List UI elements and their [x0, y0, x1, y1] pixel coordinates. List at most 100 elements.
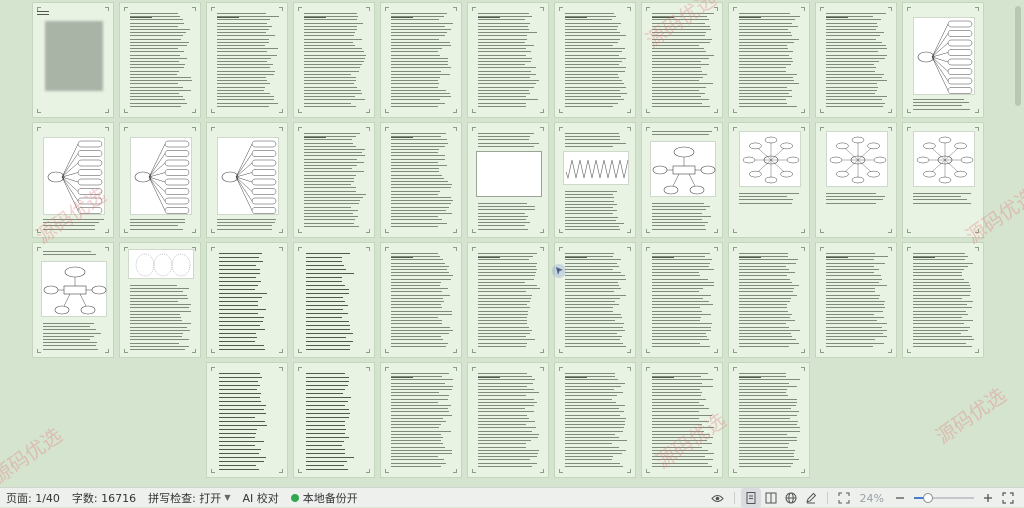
text-line: [739, 307, 788, 309]
text-line: [652, 323, 712, 325]
page-thumbnail[interactable]: [815, 122, 897, 238]
page-thumbnail[interactable]: [206, 242, 288, 358]
page-thumbnail[interactable]: [32, 122, 114, 238]
page-thumbnail[interactable]: [206, 2, 288, 118]
page-thumbnail[interactable]: [293, 122, 375, 238]
page-thumbnail[interactable]: [902, 242, 984, 358]
text-line: [826, 196, 885, 198]
page-corner-mark: [105, 229, 109, 233]
plus-icon[interactable]: [978, 488, 998, 508]
page-thumbnail[interactable]: [380, 2, 462, 118]
text-line: [652, 437, 713, 438]
text-line: [391, 269, 447, 270]
page-thumbnail[interactable]: [32, 242, 114, 358]
text-line: [739, 342, 800, 344]
zoom-level[interactable]: 24%: [860, 492, 884, 505]
text-line: [739, 456, 794, 458]
page-corner-mark: [733, 7, 737, 11]
page-thumbnail[interactable]: [467, 2, 549, 118]
text-line: [565, 265, 620, 267]
zoom-slider[interactable]: [914, 488, 974, 508]
page-thumbnail[interactable]: [728, 122, 810, 238]
page-thumbnail[interactable]: [641, 122, 723, 238]
pen-icon[interactable]: [801, 488, 821, 508]
page-icon[interactable]: [740, 488, 761, 508]
text-line: [37, 11, 50, 12]
page-thumbnail[interactable]: [206, 362, 288, 478]
page-thumbnail[interactable]: [293, 362, 375, 478]
text-line: [652, 304, 713, 306]
page-thumbnail[interactable]: [815, 2, 897, 118]
page-thumbnail[interactable]: [293, 242, 375, 358]
page-thumbnail[interactable]: [380, 122, 462, 238]
text-line: [304, 35, 355, 37]
text-line: [391, 421, 446, 422]
text-line: [565, 229, 620, 231]
page-thumbnail[interactable]: [554, 362, 636, 478]
page-thumbnail[interactable]: [641, 242, 723, 358]
text-line: [478, 398, 535, 400]
text-line: [391, 83, 439, 85]
ai-proofread-button[interactable]: AI 校对: [236, 488, 284, 508]
page-thumbnail[interactable]: [32, 2, 114, 118]
text-line: [391, 307, 443, 309]
page-thumbnail[interactable]: [641, 362, 723, 478]
page-thumbnail[interactable]: [119, 2, 201, 118]
book-icon[interactable]: [761, 488, 781, 508]
text-line: [652, 209, 706, 211]
page-thumbnail[interactable]: [380, 242, 462, 358]
text-line: [391, 449, 452, 451]
text-line: [478, 382, 533, 384]
page-corner-mark: [820, 109, 824, 113]
page-thumbnail[interactable]: [554, 122, 636, 238]
page-thumbnail[interactable]: [293, 2, 375, 118]
page-thumbnail[interactable]: [728, 362, 810, 478]
page-thumbnail[interactable]: [380, 362, 462, 478]
word-count[interactable]: 字数: 16716: [66, 488, 142, 508]
page-corner-mark: [472, 469, 476, 473]
document-workspace[interactable]: 源码优选 源码优选 源码优选 源码优选 源码优选 源码优选: [0, 0, 1024, 487]
text-line: [565, 200, 614, 202]
fit-icon[interactable]: [834, 488, 854, 508]
page-thumbnail[interactable]: [641, 2, 723, 118]
text-line: [652, 395, 701, 397]
globe-icon[interactable]: [781, 488, 801, 508]
text-line: [219, 325, 260, 326]
page-indicator[interactable]: 页面: 1/40: [0, 488, 66, 508]
page-thumbnail[interactable]: [467, 362, 549, 478]
page-thumbnail[interactable]: [728, 242, 810, 358]
page-corner-mark: [627, 469, 631, 473]
page-thumbnail[interactable]: [554, 2, 636, 118]
text-line: [913, 259, 965, 261]
text-line: [652, 294, 711, 296]
minus-icon[interactable]: [890, 488, 910, 508]
page-thumbnail[interactable]: [554, 242, 636, 358]
page-thumbnail[interactable]: [902, 122, 984, 238]
page-thumbnail[interactable]: [467, 122, 549, 238]
zoom-thumb[interactable]: [923, 493, 934, 503]
text-line: [652, 61, 701, 62]
eye-icon[interactable]: [708, 488, 728, 508]
text-line: [130, 301, 178, 302]
page-thumbnail[interactable]: [815, 242, 897, 358]
page-thumbnail[interactable]: [467, 242, 549, 358]
text-line: [219, 345, 264, 346]
text-line: [130, 320, 183, 322]
text-line: [478, 13, 529, 14]
local-backup-status[interactable]: 本地备份开: [285, 488, 364, 508]
page-thumbnail[interactable]: [206, 122, 288, 238]
spell-check-toggle[interactable]: 拼写检查: 打开 ▼: [142, 488, 236, 508]
text-line: [391, 281, 442, 283]
text-line: [130, 219, 186, 220]
text-line: [478, 219, 527, 220]
vertical-scrollbar[interactable]: [1015, 6, 1021, 106]
page-thumbnail[interactable]: [119, 242, 201, 358]
text-line: [43, 339, 90, 340]
page-thumbnail[interactable]: [119, 122, 201, 238]
page-thumbnail[interactable]: [902, 2, 984, 118]
figure-image: [913, 131, 975, 187]
page-thumbnail[interactable]: [728, 2, 810, 118]
text-line: [130, 345, 189, 347]
text-line: [913, 288, 972, 290]
fullscreen-icon[interactable]: [998, 488, 1018, 508]
